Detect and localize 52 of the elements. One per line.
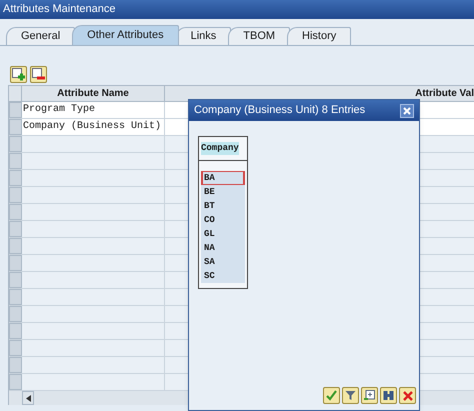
close-button[interactable] [400, 104, 414, 118]
row-selector[interactable] [9, 238, 22, 254]
check-icon [326, 390, 337, 401]
row-selector[interactable] [9, 289, 22, 305]
left-arrow-icon [26, 394, 30, 402]
search-button[interactable] [380, 387, 397, 404]
close-icon [402, 390, 412, 400]
list-item[interactable]: BE [201, 185, 245, 199]
row-selector[interactable] [9, 340, 22, 356]
grid-icon [364, 390, 375, 401]
row-selector[interactable] [9, 119, 22, 135]
table-cell: Program Type [22, 102, 165, 118]
list-item[interactable]: CO [201, 213, 245, 227]
list-item[interactable]: GL [201, 227, 245, 241]
row-selector[interactable] [9, 323, 22, 339]
row-selector[interactable] [9, 153, 22, 169]
row-selector[interactable] [9, 136, 22, 152]
row-selector[interactable] [9, 187, 22, 203]
row-selector[interactable] [9, 221, 22, 237]
list-item[interactable]: BT [201, 199, 245, 213]
row-selector[interactable] [9, 255, 22, 271]
row-selector[interactable] [9, 272, 22, 288]
list-item[interactable]: BA [201, 171, 245, 185]
row-selector[interactable] [9, 306, 22, 322]
row-selector[interactable] [9, 357, 22, 373]
tab[interactable]: TBOM [228, 27, 290, 45]
row-selector[interactable] [9, 204, 22, 220]
delete-row-button[interactable] [30, 66, 47, 83]
column-header: Attribute Name [22, 86, 165, 101]
binoculars-icon [383, 390, 394, 401]
column-header: Company [201, 142, 239, 156]
row-selector[interactable] [9, 170, 22, 186]
row-selector[interactable] [9, 102, 22, 118]
settings-button[interactable] [361, 387, 378, 404]
confirm-button[interactable] [323, 387, 340, 404]
tab[interactable]: General [6, 27, 76, 45]
dialog-title: Company (Business Unit) 8 Entries [194, 103, 366, 118]
list-item[interactable]: SC [201, 269, 245, 283]
delete-row-icon [32, 68, 45, 81]
add-row-icon [12, 68, 25, 81]
cancel-button[interactable] [399, 387, 416, 404]
tab[interactable]: History [287, 27, 352, 45]
window-title: Attributes Maintenance [3, 2, 116, 18]
list-item[interactable]: NA [201, 241, 245, 255]
row-selector[interactable] [9, 374, 22, 390]
close-icon [403, 106, 411, 114]
list-item[interactable]: SA [201, 255, 245, 269]
add-row-button[interactable] [10, 66, 27, 83]
column-header: Attribute Val [414, 87, 474, 101]
table-cell: Company (Business Unit) [22, 119, 165, 135]
tab[interactable]: Other Attributes [72, 25, 179, 45]
filter-button[interactable] [342, 387, 359, 404]
